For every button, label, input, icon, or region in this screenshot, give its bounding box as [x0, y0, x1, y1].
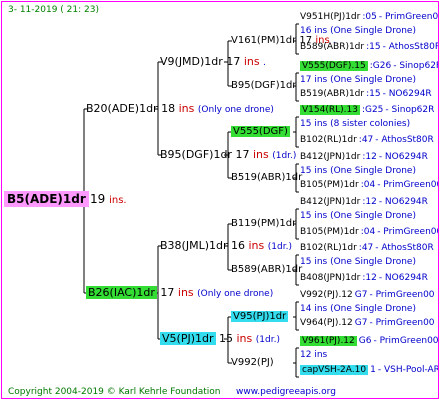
gen4-name: B589(ABR)1dr — [300, 42, 365, 52]
gen3-node-3: B519(ABR)1dr — [231, 172, 303, 183]
gen4-origin: - NO6294R — [378, 152, 428, 162]
root-name: B5(ADE)1dr — [4, 191, 89, 207]
gen4-code: :47 — [358, 243, 374, 253]
gen4-name: V555(DGF).15 — [300, 61, 368, 71]
gen4-row: V992(PJ).12 G7- PrimGreen00 — [300, 288, 435, 302]
gen4-origin: - Sinop62R — [385, 105, 435, 115]
gen4-name: V992(PJ).12 — [300, 290, 353, 300]
gen4-row: capVSH-2A.10 1- VSH-Pool-AR — [300, 363, 439, 377]
gen4-name: V964(PJ).12 — [300, 318, 353, 328]
gen4-origin: - NO6294R — [382, 89, 432, 99]
gen4-code: :04 — [360, 180, 376, 190]
gen4-origin: - AthosSt80R — [382, 42, 439, 52]
gen4-row: B408(JPN)1dr:12- NO6294R — [300, 271, 428, 285]
gen4-row: 15 ins (One Single Drone) — [300, 211, 416, 221]
gen4-row: B102(RL)1dr:47- AthosSt80R — [300, 133, 434, 147]
gen4-name: B519(ABR)1dr — [300, 89, 365, 99]
gen4-row: V951H(PJ)1dr:05- PrimGreen00 — [300, 10, 439, 24]
gen4-row: B589(ABR)1dr:15- AthosSt80R — [300, 40, 439, 54]
gen3-node-2: V555(DGF) — [231, 126, 290, 137]
gen3-node-5: B589(ABR)1dr — [231, 264, 303, 275]
site-link[interactable]: www.pedigreeapis.org — [236, 386, 336, 398]
gen2-mf: B38(JML)1dr 16 ins (1dr.) — [160, 239, 292, 252]
gen3-node-6: V95(PJ)1dr — [231, 311, 289, 322]
gen3-node-4: B119(PM)1dr — [231, 218, 297, 229]
gen4-name: B105(PM)1dr — [300, 180, 359, 190]
gen4-origin: - PrimGreen00 — [378, 12, 439, 22]
gen4-name: B412(JPN)1dr — [300, 152, 361, 162]
date-stamp: 3- 11-2019 ( 21: 23) — [8, 5, 99, 15]
gen4-row: 15 ins (8 sister colonies) — [300, 119, 411, 129]
gen4-row: V964(PJ).12 G7- PrimGreen00 — [300, 316, 435, 330]
gen4-code: :04 — [360, 227, 376, 237]
gen4-code: :G26 — [369, 61, 392, 71]
gen4-origin: - PrimGreen00 — [377, 180, 439, 190]
gen3-node-1: B95(DGF)1dr — [231, 80, 297, 91]
gen4-code: G6 — [358, 336, 372, 346]
gen4-row: B105(PM)1dr:04- PrimGreen00 — [300, 178, 439, 192]
gen4-row: 12 ins — [300, 350, 328, 360]
gen4-row: 14 ins (One Single Drone) — [300, 304, 416, 314]
root-ins: 19 ins. — [90, 192, 127, 207]
gen4-code: 1 — [370, 365, 376, 375]
gen4-row: B412(JPN)1dr:12- NO6294R — [300, 150, 428, 164]
gen1-mother-name: B26(IAC)1dr — [86, 286, 157, 299]
gen4-name: V154(RL).13 — [300, 105, 360, 115]
gen4-code: G7 — [354, 290, 368, 300]
gen1-mother: B26(IAC)1dr 17 ins (Only one drone) — [86, 286, 274, 299]
gen4-code: G7 — [354, 318, 368, 328]
gen4-row: B412(JPN)1dr:12- NO6294R — [300, 195, 428, 209]
copyright: Copyright 2004-2019 © Karl Kehrle Founda… — [8, 387, 221, 397]
gen4-name: V951H(PJ)1dr — [300, 12, 361, 22]
gen4-row: V555(DGF).15:G26- Sinop62R — [300, 59, 439, 73]
gen4-row: 15 ins (One Single Drone) — [300, 166, 416, 176]
gen4-row: B102(RL)1dr:47- AthosSt80R — [300, 241, 434, 255]
gen4-name: B408(JPN)1dr — [300, 273, 361, 283]
gen3-node-7: V992(PJ) — [231, 357, 274, 368]
gen2-mm: V5(PJ)1dr 15 ins (1dr.) — [160, 332, 280, 345]
gen4-origin: - VSH-Pool-AR — [377, 365, 439, 375]
gen4-name: B102(RL)1dr — [300, 135, 357, 145]
gen4-code: :47 — [358, 135, 374, 145]
gen4-row: 15 ins (One Single Drone) — [300, 257, 416, 267]
gen4-code: :G25 — [361, 105, 384, 115]
pedigree-chart: 3- 11-2019 ( 21: 23) B5(ADE)1dr 19 ins. … — [1, 1, 439, 399]
gen4-row: B519(ABR)1dr:15- NO6294R — [300, 87, 432, 101]
gen4-code: :12 — [362, 273, 377, 283]
gen1-father-name: B20(ADE)1dr — [86, 102, 158, 115]
gen4-origin: - NO6294R — [378, 197, 428, 207]
gen4-name: B102(RL)1dr — [300, 243, 357, 253]
gen4-origin: - PrimGreen00 — [369, 290, 435, 300]
gen4-name: B412(JPN)1dr — [300, 197, 361, 207]
gen2-ff: V9(JMD)1dr 17 ins . — [160, 55, 266, 68]
gen4-row: V961(PJ).12 G6- PrimGreen00 — [300, 334, 439, 348]
gen4-name: capVSH-2A.10 — [300, 365, 369, 375]
gen4-code: :05 — [362, 12, 377, 22]
gen4-name: B105(PM)1dr — [300, 227, 359, 237]
gen4-origin: - AthosSt80R — [375, 135, 434, 145]
gen4-origin: - PrimGreen00 — [377, 227, 439, 237]
gen4-origin: - PrimGreen00 — [373, 336, 439, 346]
root-node: B5(ADE)1dr — [4, 191, 89, 207]
gen1-father: B20(ADE)1dr 18 ins (Only one drone) — [86, 102, 274, 115]
gen4-origin: - AthosSt80R — [375, 243, 434, 253]
gen4-code: :12 — [362, 152, 377, 162]
gen4-code: :15 — [366, 42, 381, 52]
gen4-row: 17 ins (One Single Drone) — [300, 75, 416, 85]
gen4-row: 16 ins (One Single Drone) — [300, 26, 416, 36]
gen4-code: :15 — [366, 89, 381, 99]
gen4-origin: - Sinop62R — [393, 61, 439, 71]
gen4-name: V961(PJ).12 — [300, 336, 357, 346]
gen4-row: B105(PM)1dr:04- PrimGreen00 — [300, 225, 439, 239]
gen4-origin: - NO6294R — [378, 273, 428, 283]
gen4-origin: - PrimGreen00 — [369, 318, 435, 328]
gen4-row: V154(RL).13:G25- Sinop62R — [300, 103, 434, 117]
gen2-fm: B95(DGF)1dr 17 ins (1dr.) — [160, 148, 297, 161]
gen4-code: :12 — [362, 197, 377, 207]
